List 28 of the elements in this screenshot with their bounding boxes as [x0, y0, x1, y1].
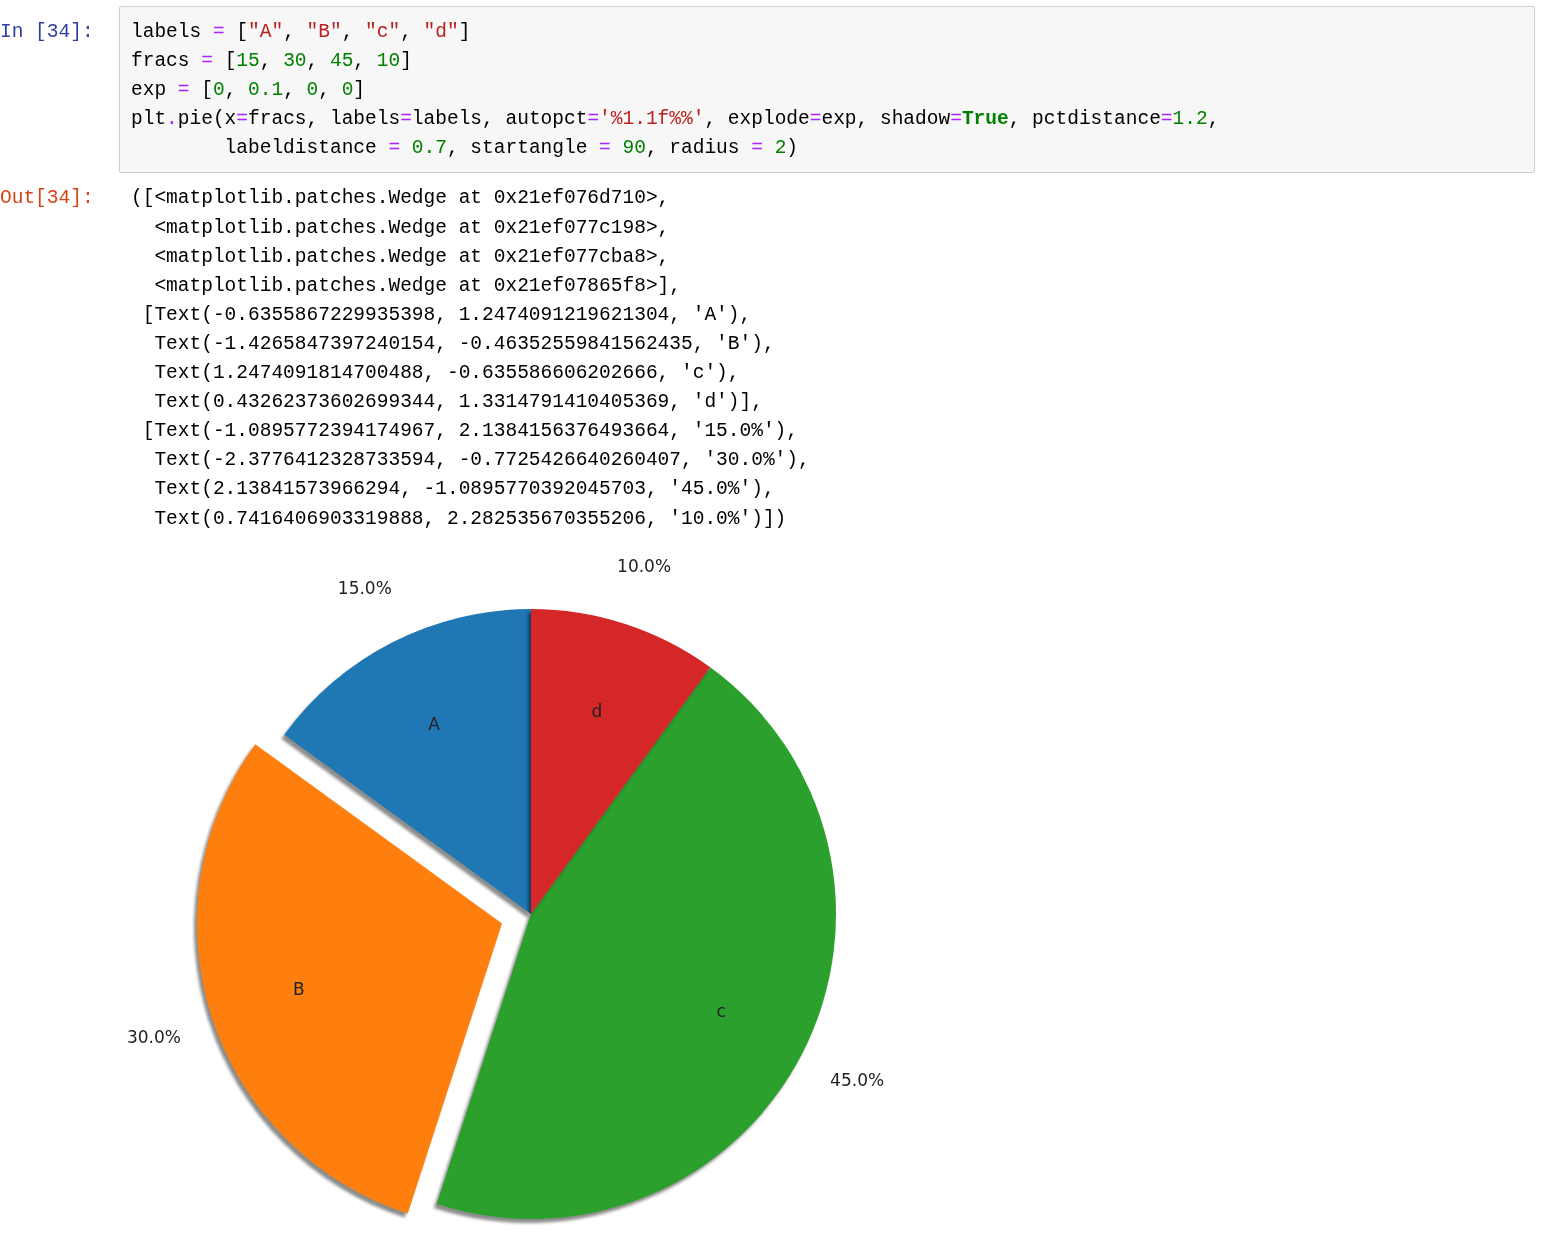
- output-line: [Text(-0.6355867229935398, 1.2474091219621304, 'A'),: [141, 302, 753, 328]
- code-line: plt.pie(x=fracs, labels=labels, autopct='%1.1f%%', explode=exp, shadow=True, pctdistance=1.2,: [131, 107, 1221, 133]
- slice-label: A: [428, 713, 440, 734]
- output-line: Text(-2.3776412328733594, -0.7725426640260407, '30.0%'),: [153, 448, 810, 474]
- percent-label: 45.0%: [830, 1069, 885, 1090]
- output-line: Text(1.2474091814700488, -0.635586606202666, 'c'),: [153, 361, 741, 387]
- output-line: <matplotlib.patches.Wedge at 0x21ef077c198>,: [153, 215, 671, 241]
- percent-label: 10.0%: [617, 555, 672, 576]
- output-line: <matplotlib.patches.Wedge at 0x21ef077cba8>,: [153, 244, 671, 270]
- slice-label: d: [591, 700, 603, 721]
- code-line: labels = ["A", "B", "c", "d"]: [131, 20, 472, 45]
- slice-label: c: [716, 1000, 726, 1021]
- input-prompt: In [34]:: [0, 20, 95, 45]
- code-cell[interactable]: [119, 6, 1535, 174]
- slice-label: B: [293, 979, 305, 999]
- output-line: Text(0.43262373602699344, 1.3314791410405369, 'd')],: [153, 390, 764, 416]
- output-line: Text(0.7416406903319888, 2.282535670355206, '10.0%')]): [153, 506, 788, 532]
- output-line: Text(2.13841573966294, -1.0895770392045703, '45.0%'),: [153, 477, 776, 503]
- percent-label: 15.0%: [337, 577, 392, 598]
- output-prompt: Out[34]:: [0, 186, 95, 212]
- output-line: ([<matplotlib.patches.Wedge at 0x21ef076d710>,: [131, 186, 671, 212]
- output-line: Text(-1.4265847397240154, -0.46352559841562435, 'B'),: [153, 331, 776, 357]
- code-line: labeldistance = 0.7, startangle = 90, radius = 2): [223, 136, 800, 162]
- percent-label: 30.0%: [126, 1026, 181, 1047]
- output-line: [Text(-1.0895772394174967, 2.1384156376493664, '15.0%'),: [141, 419, 799, 445]
- code-line: fracs = [15, 30, 45, 10]: [131, 49, 413, 75]
- output-line: <matplotlib.patches.Wedge at 0x21ef07865f8>],: [153, 273, 682, 299]
- code-line: exp = [0, 0.1, 0, 0]: [131, 78, 367, 104]
